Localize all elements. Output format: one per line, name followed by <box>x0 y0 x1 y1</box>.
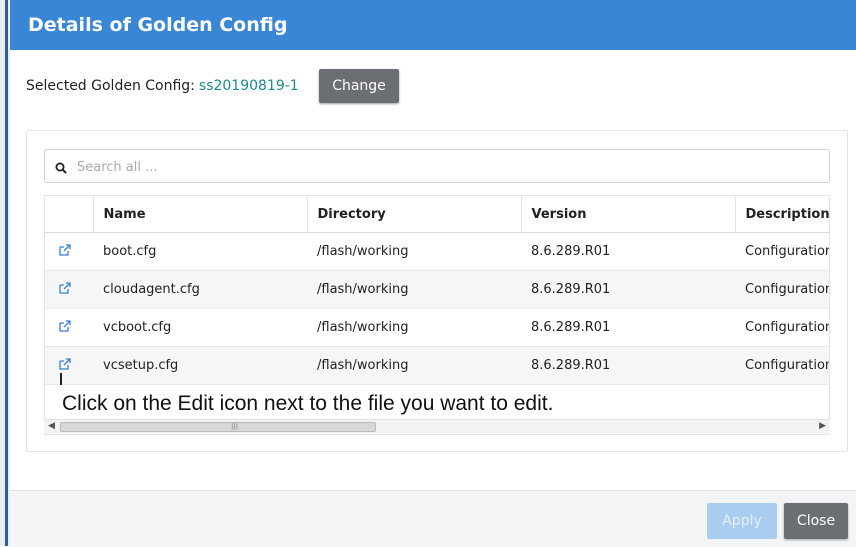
column-header-version[interactable]: Version <box>521 196 736 233</box>
file-name: vcsetup.cfg <box>93 346 307 385</box>
grip-icon: ||| <box>231 422 239 430</box>
apply-button[interactable]: Apply <box>707 503 777 539</box>
file-description: Configuration <box>735 346 829 385</box>
edit-icon[interactable] <box>59 281 71 298</box>
table-row: cloudagent.cfg /flash/working 8.6.289.R0… <box>45 270 829 309</box>
file-name: boot.cfg <box>93 232 307 271</box>
selected-config-label: Selected Golden Config: <box>26 78 195 94</box>
search-box[interactable] <box>44 149 830 183</box>
scrollbar-thumb[interactable]: ||| <box>60 422 376 432</box>
column-header-description[interactable]: Description <box>735 196 829 233</box>
dialog-title: Details of Golden Config <box>10 0 856 50</box>
pointer-indicator <box>60 373 62 385</box>
edit-icon[interactable] <box>59 357 71 374</box>
edit-icon[interactable] <box>59 243 71 260</box>
selected-config-line: Selected Golden Config: ss20190819-1 <box>26 78 299 94</box>
horizontal-scrollbar[interactable]: ◀ ||| ▶ <box>44 419 830 433</box>
file-directory: /flash/working <box>307 346 521 385</box>
column-header-directory[interactable]: Directory <box>307 196 522 233</box>
search-input[interactable] <box>75 156 819 178</box>
table-header: Name Directory Version Description <box>45 196 829 233</box>
dialog-footer: Apply Close <box>10 490 856 547</box>
change-button[interactable]: Change <box>319 69 399 103</box>
file-version: 8.6.289.R01 <box>521 270 735 309</box>
background-window-edge <box>0 0 10 546</box>
golden-config-dialog: Details of Golden Config Selected Golden… <box>10 0 856 547</box>
search-icon <box>55 159 67 178</box>
file-directory: /flash/working <box>307 308 521 347</box>
instruction-caption: Click on the Edit icon next to the file … <box>62 392 554 415</box>
file-description: Configuration <box>735 270 829 309</box>
selected-config-value: ss20190819-1 <box>198 78 299 94</box>
table-row: vcsetup.cfg /flash/working 8.6.289.R01 C… <box>45 346 829 385</box>
scroll-right-arrow-icon[interactable]: ▶ <box>819 421 826 431</box>
file-name: vcboot.cfg <box>93 308 307 347</box>
file-directory: /flash/working <box>307 270 521 309</box>
file-version: 8.6.289.R01 <box>521 308 735 347</box>
table-row: vcboot.cfg /flash/working 8.6.289.R01 Co… <box>45 308 829 347</box>
file-description: Configuration <box>735 308 829 347</box>
scroll-left-arrow-icon[interactable]: ◀ <box>48 421 55 431</box>
close-button[interactable]: Close <box>784 503 848 539</box>
column-header-edit <box>45 196 94 233</box>
file-version: 8.6.289.R01 <box>521 346 735 385</box>
edit-icon[interactable] <box>59 319 71 336</box>
table-row: boot.cfg /flash/working 8.6.289.R01 Conf… <box>45 232 829 271</box>
file-directory: /flash/working <box>307 232 521 271</box>
file-version: 8.6.289.R01 <box>521 232 735 271</box>
column-header-name[interactable]: Name <box>93 196 308 233</box>
file-name: cloudagent.cfg <box>93 270 307 309</box>
file-description: Configuration <box>735 232 829 271</box>
